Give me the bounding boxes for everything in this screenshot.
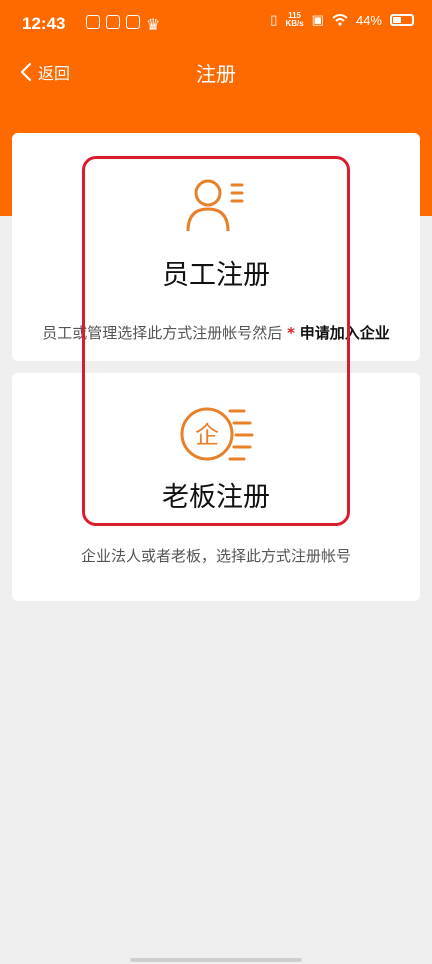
network-speed-unit: KB/s [285,19,304,28]
status-bar: 12:43 ♛ ▯ 115 KB/s ▣ 44% [0,0,432,50]
network-speed: 115 KB/s [285,12,303,28]
wifi-icon [332,14,348,26]
home-indicator[interactable] [130,958,302,962]
boss-register-desc: 企业法人或者老板，选择此方式注册帐号 [80,547,351,565]
battery-icon [390,14,414,26]
status-time: 12:43 [22,14,66,33]
sim-icon: ▣ [311,12,324,27]
app-notification-icon [106,15,120,29]
page-title: 注册 [196,62,236,86]
app-notification-icon [126,15,140,29]
app-notification-icon [86,15,100,29]
nav-bar: 返回 注册 [0,50,432,94]
notification-icons: ♛ [86,15,161,34]
status-right: ▯ 115 KB/s ▣ 44% [270,12,414,28]
battery-percent: 44% [355,12,382,28]
vibrate-icon: ▯ [270,12,278,27]
highlight-box [82,156,350,526]
crown-icon: ♛ [146,17,161,34]
